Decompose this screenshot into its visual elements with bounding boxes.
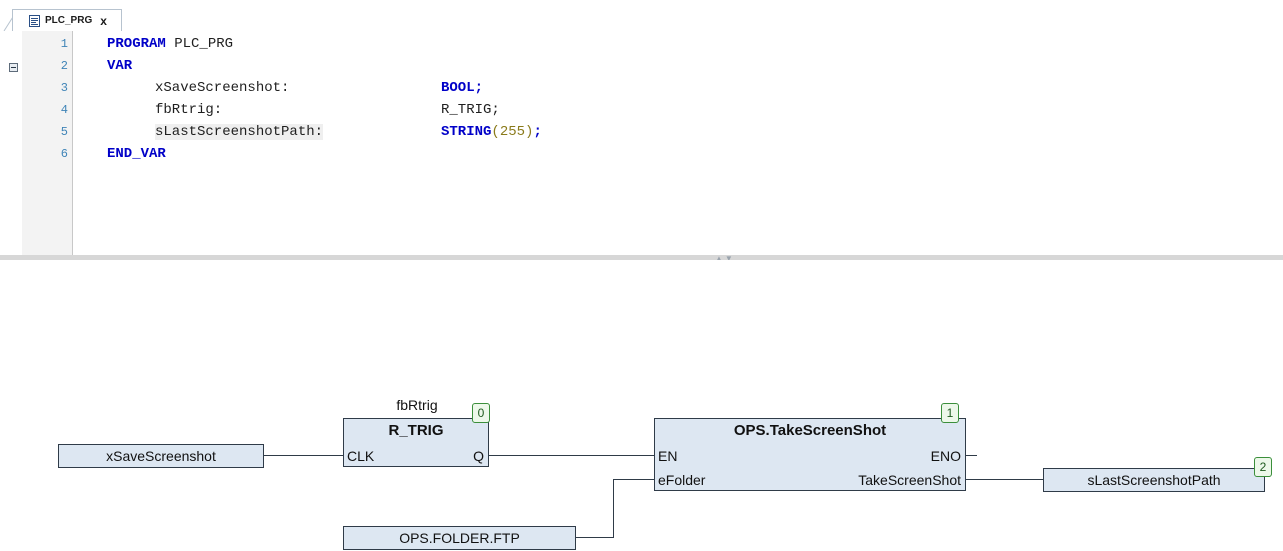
take-screenshot-block[interactable]: OPS.TakeScreenShot EN ENO eFolder TakeSc… xyxy=(654,418,966,491)
line-number: 5 xyxy=(60,125,68,139)
code-line-6[interactable]: END_VAR xyxy=(107,145,166,163)
pin-q[interactable]: Q xyxy=(473,448,484,464)
code-line-4[interactable]: fbRtrig: xyxy=(155,101,222,119)
pin-efolder[interactable]: eFolder xyxy=(658,472,705,488)
wire-q-to-en xyxy=(488,455,654,456)
fold-column xyxy=(0,31,22,255)
type-name: BOOL xyxy=(441,80,475,96)
rtrig-type: R_TRIG xyxy=(388,422,444,439)
wire-folder-h1 xyxy=(575,537,613,538)
code-line-3[interactable]: xSaveScreenshot: xyxy=(155,79,289,97)
close-tab-icon[interactable]: x xyxy=(100,14,107,28)
pin-clk[interactable]: CLK xyxy=(347,448,374,464)
code-line-2[interactable]: VAR xyxy=(107,57,132,75)
semicolon: ; xyxy=(533,124,542,140)
cfc-diagram[interactable]: xSaveScreenshot fbRtrig R_TRIG CLK Q 0 O… xyxy=(0,260,1283,551)
wire-folder-h2 xyxy=(613,479,654,480)
line-number: 2 xyxy=(60,59,68,73)
code-line-5[interactable]: sLastScreenshotPath: xyxy=(155,123,324,141)
execution-order-badge: 2 xyxy=(1254,457,1272,477)
wire-folder-v xyxy=(613,479,614,538)
wire-eno-stub xyxy=(965,455,977,456)
declaration-editor[interactable]: 1 2 3 4 5 6 PROGRAM PLC_PRG VAR xSaveScr… xyxy=(0,31,1283,255)
string-length: (255) xyxy=(491,124,534,140)
collapse-var-icon[interactable] xyxy=(9,63,18,72)
gutter-separator xyxy=(72,31,73,255)
program-name: PLC_PRG xyxy=(165,36,234,52)
output-variable-box[interactable]: sLastScreenshotPath xyxy=(1043,468,1265,492)
input-variable-box[interactable]: xSaveScreenshot xyxy=(58,444,264,468)
keyword-end-var: END_VAR xyxy=(107,146,166,162)
pin-en[interactable]: EN xyxy=(658,448,677,464)
line-number: 4 xyxy=(60,103,68,117)
type-name: STRING xyxy=(441,124,492,140)
wire-input-to-clk xyxy=(263,455,343,456)
var-name-highlighted: sLastScreenshotPath: xyxy=(155,124,324,140)
execution-order-badge: 0 xyxy=(472,403,490,423)
code-line-4-type[interactable]: R_TRIG; xyxy=(441,101,500,119)
line-number: 6 xyxy=(60,147,68,161)
editor-tab-bar: PLC_PRG x xyxy=(0,0,1283,32)
document-icon xyxy=(29,14,40,27)
code-line-3-type[interactable]: BOOL; xyxy=(441,79,483,97)
wire-output xyxy=(965,479,1043,480)
tab-title: PLC_PRG xyxy=(45,15,93,26)
code-line-5-type[interactable]: STRING(255); xyxy=(441,123,542,141)
pin-takescreenshot[interactable]: TakeScreenShot xyxy=(858,472,961,488)
output-variable-label: sLastScreenshotPath xyxy=(1087,472,1221,488)
folder-constant-box[interactable]: OPS.FOLDER.FTP xyxy=(343,526,576,550)
semicolon: ; xyxy=(491,102,500,118)
keyword-program: PROGRAM xyxy=(107,36,166,52)
type-name: R_TRIG xyxy=(441,102,492,118)
folder-constant-label: OPS.FOLDER.FTP xyxy=(399,530,520,546)
rtrig-block[interactable]: R_TRIG CLK Q xyxy=(343,418,489,467)
line-number: 1 xyxy=(60,37,68,51)
code-line-1[interactable]: PROGRAM PLC_PRG xyxy=(107,35,233,53)
input-variable-label: xSaveScreenshot xyxy=(106,448,216,464)
take-screenshot-type: OPS.TakeScreenShot xyxy=(733,422,887,439)
execution-order-badge: 1 xyxy=(941,403,959,423)
pin-eno[interactable]: ENO xyxy=(931,448,961,464)
line-number-gutter: 1 2 3 4 5 6 xyxy=(22,31,72,255)
var-name: xSaveScreenshot: xyxy=(155,80,290,96)
rtrig-instance-name[interactable]: fbRtrig xyxy=(362,397,472,413)
keyword-var: VAR xyxy=(107,58,133,74)
tab-plc-prg[interactable]: PLC_PRG x xyxy=(12,9,122,31)
var-name: fbRtrig: xyxy=(155,102,223,118)
line-number: 3 xyxy=(60,81,68,95)
semicolon: ; xyxy=(474,80,484,96)
